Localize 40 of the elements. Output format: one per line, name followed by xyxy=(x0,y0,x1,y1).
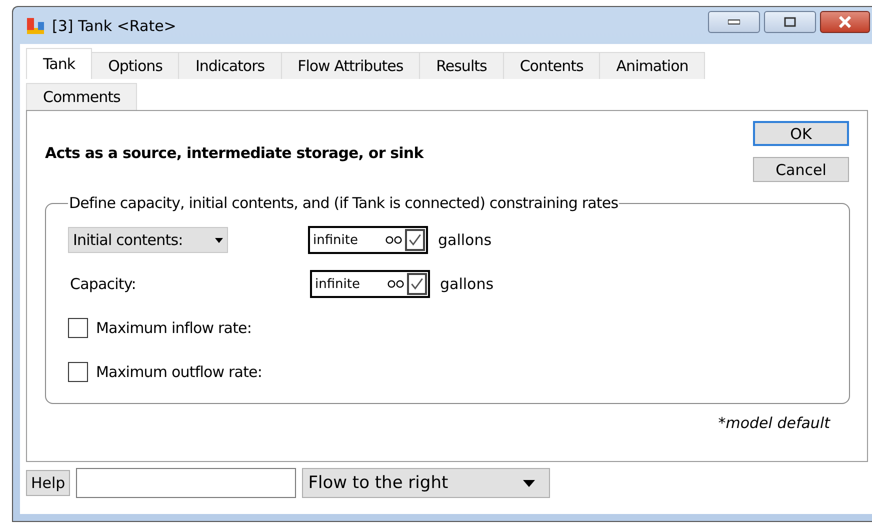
tab[interactable]: Flow Attributes xyxy=(280,52,420,79)
checkbox[interactable] xyxy=(68,318,88,338)
tab[interactable]: Results xyxy=(419,52,504,79)
unit-label: gallons xyxy=(440,275,494,293)
description-text: Acts as a source, intermediate storage, or sink xyxy=(45,144,424,164)
caret-icon xyxy=(215,238,223,242)
checkbox[interactable] xyxy=(68,362,88,382)
cancel-button[interactable]: Cancel xyxy=(753,157,849,182)
flow-dropdown[interactable]: Flow to the right xyxy=(302,468,550,498)
tab[interactable]: Tank xyxy=(26,48,92,79)
infinite-checkbox[interactable] xyxy=(405,229,425,251)
infinite-checkbox[interactable] xyxy=(407,273,427,295)
window-title: [3] Tank <Rate> xyxy=(52,16,176,34)
close-icon xyxy=(838,16,852,28)
close-button[interactable] xyxy=(820,11,870,33)
text-field[interactable] xyxy=(76,468,296,498)
field-label: Capacity: xyxy=(69,275,137,293)
unit-label: gallons xyxy=(438,231,492,249)
app-icon xyxy=(26,16,46,36)
value-field[interactable]: infinite xyxy=(310,270,430,298)
checkbox-label: Maximum outflow rate: xyxy=(96,363,262,381)
model-default-note: *model default xyxy=(718,414,830,432)
tab[interactable]: Options xyxy=(91,52,180,79)
tab[interactable]: Contents xyxy=(502,52,600,79)
caret-icon xyxy=(523,480,536,486)
value-field[interactable]: infinite xyxy=(308,226,428,254)
ok-button[interactable]: OK xyxy=(753,121,849,146)
help-button[interactable]: Help xyxy=(26,470,70,496)
checkbox-label: Maximum inflow rate: xyxy=(96,319,252,337)
contents-dropdown[interactable]: Initial contents: xyxy=(68,227,228,253)
maximize-icon xyxy=(784,17,796,27)
minimize-icon xyxy=(728,19,740,25)
infinity-icon xyxy=(387,280,405,288)
minimize-button[interactable] xyxy=(708,11,760,33)
tab[interactable]: Comments xyxy=(26,83,138,110)
group-title: Define capacity, initial contents, and (if Tank is connected) constraining rates xyxy=(68,194,620,212)
tab[interactable]: Indicators xyxy=(178,52,282,79)
maximize-button[interactable] xyxy=(764,11,816,33)
tab[interactable]: Animation xyxy=(599,52,706,79)
infinity-icon xyxy=(385,236,403,244)
